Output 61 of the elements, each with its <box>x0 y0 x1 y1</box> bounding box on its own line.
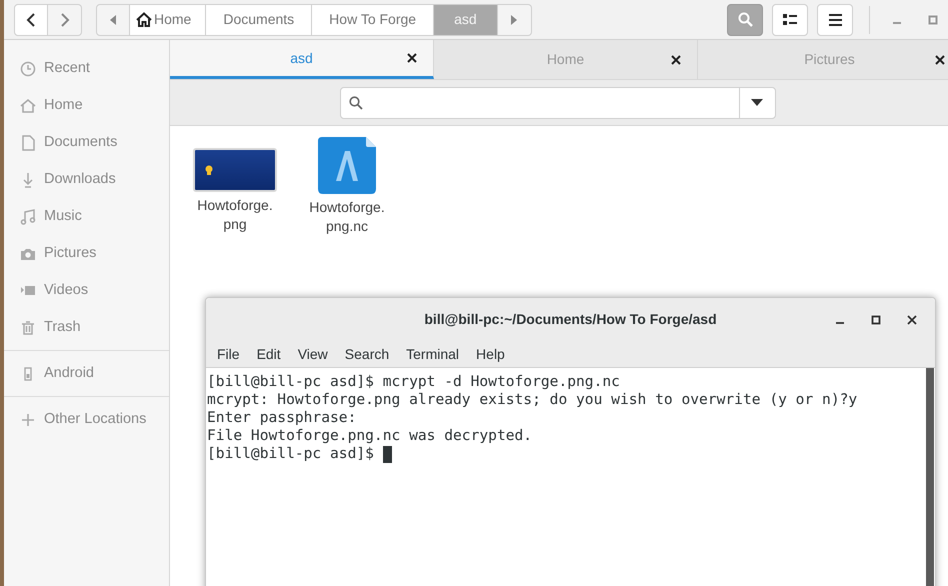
view-button[interactable] <box>772 4 808 36</box>
plus-icon <box>20 412 36 428</box>
sidebar-item[interactable]: Other Locations <box>4 401 169 438</box>
menu-button[interactable] <box>817 4 853 36</box>
scroll-left-button[interactable] <box>96 4 130 36</box>
sidebar-item[interactable]: Downloads <box>4 161 169 198</box>
sidebar-item[interactable]: Recent <box>4 50 169 87</box>
sidebar-item[interactable]: Android <box>4 355 169 392</box>
close-icon[interactable] <box>407 53 417 63</box>
scrollbar[interactable] <box>926 368 934 586</box>
sidebar-item[interactable]: Pictures <box>4 235 169 272</box>
path-button[interactable]: Documents <box>206 4 312 36</box>
tab[interactable]: asd <box>170 40 434 79</box>
file-name: Howtoforge. png <box>197 196 273 234</box>
sidebar-item[interactable]: Music <box>4 198 169 235</box>
right-arrow-icon <box>511 14 518 24</box>
document-icon <box>20 134 36 150</box>
path-button[interactable]: Home <box>130 4 206 36</box>
dropdown-caret-icon[interactable] <box>751 99 763 106</box>
file-name: Howtoforge. png.nc <box>309 198 385 236</box>
menu-item[interactable]: Help <box>471 344 510 365</box>
close-icon[interactable] <box>935 54 945 64</box>
home-icon <box>136 12 152 27</box>
menu-item[interactable]: Edit <box>252 344 286 365</box>
menu-item[interactable]: View <box>292 344 333 365</box>
terminal-line: [bill@bill-pc asd]$ mcrypt -d Howtoforge.png.nc <box>207 373 620 391</box>
sidebar-item[interactable]: Videos <box>4 272 169 309</box>
music-note-icon <box>20 208 36 224</box>
path-button[interactable]: asd <box>434 4 498 36</box>
sidebar-item[interactable]: Home <box>4 87 169 124</box>
forward-icon <box>60 12 70 26</box>
sidebar-item[interactable]: Documents <box>4 124 169 161</box>
search-icon <box>738 12 752 27</box>
terminal-line: File Howtoforge.png.nc was decrypted. <box>207 427 532 445</box>
trash-icon <box>20 320 36 336</box>
menu-item[interactable]: File <box>212 344 245 365</box>
bulb-icon <box>205 165 213 175</box>
search-field[interactable] <box>340 86 776 118</box>
menu-item[interactable]: Search <box>340 344 394 365</box>
menu-icon <box>828 14 842 26</box>
maximize-icon[interactable] <box>871 314 881 325</box>
close-icon[interactable] <box>907 314 917 325</box>
terminal-line: mcrypt: Howtoforge.png already exists; do you wish to overwrite (y or n)?y <box>207 391 858 409</box>
close-icon[interactable] <box>671 54 681 64</box>
terminal-line: Enter passphrase: <box>207 409 356 427</box>
terminal-line: [bill@bill-pc asd]$ <box>207 445 375 463</box>
clock-icon <box>20 60 36 76</box>
path-button[interactable]: How To Forge <box>312 4 434 36</box>
scroll-right-button[interactable] <box>498 4 532 36</box>
search-button[interactable] <box>727 4 763 36</box>
window-title: bill@bill-pc:~/Documents/How To Forge/asd <box>424 310 717 330</box>
back-icon <box>26 12 36 26</box>
back-button[interactable] <box>14 4 48 36</box>
left-arrow-icon <box>110 14 116 24</box>
search-icon <box>348 96 362 110</box>
list-view-icon <box>783 14 797 25</box>
sidebar-item[interactable]: Trash <box>4 309 169 346</box>
image-thumbnail[interactable] <box>193 148 277 192</box>
encrypted-file-icon[interactable] <box>318 137 376 194</box>
home-icon <box>20 98 36 114</box>
menu-item[interactable]: Terminal <box>401 344 464 365</box>
